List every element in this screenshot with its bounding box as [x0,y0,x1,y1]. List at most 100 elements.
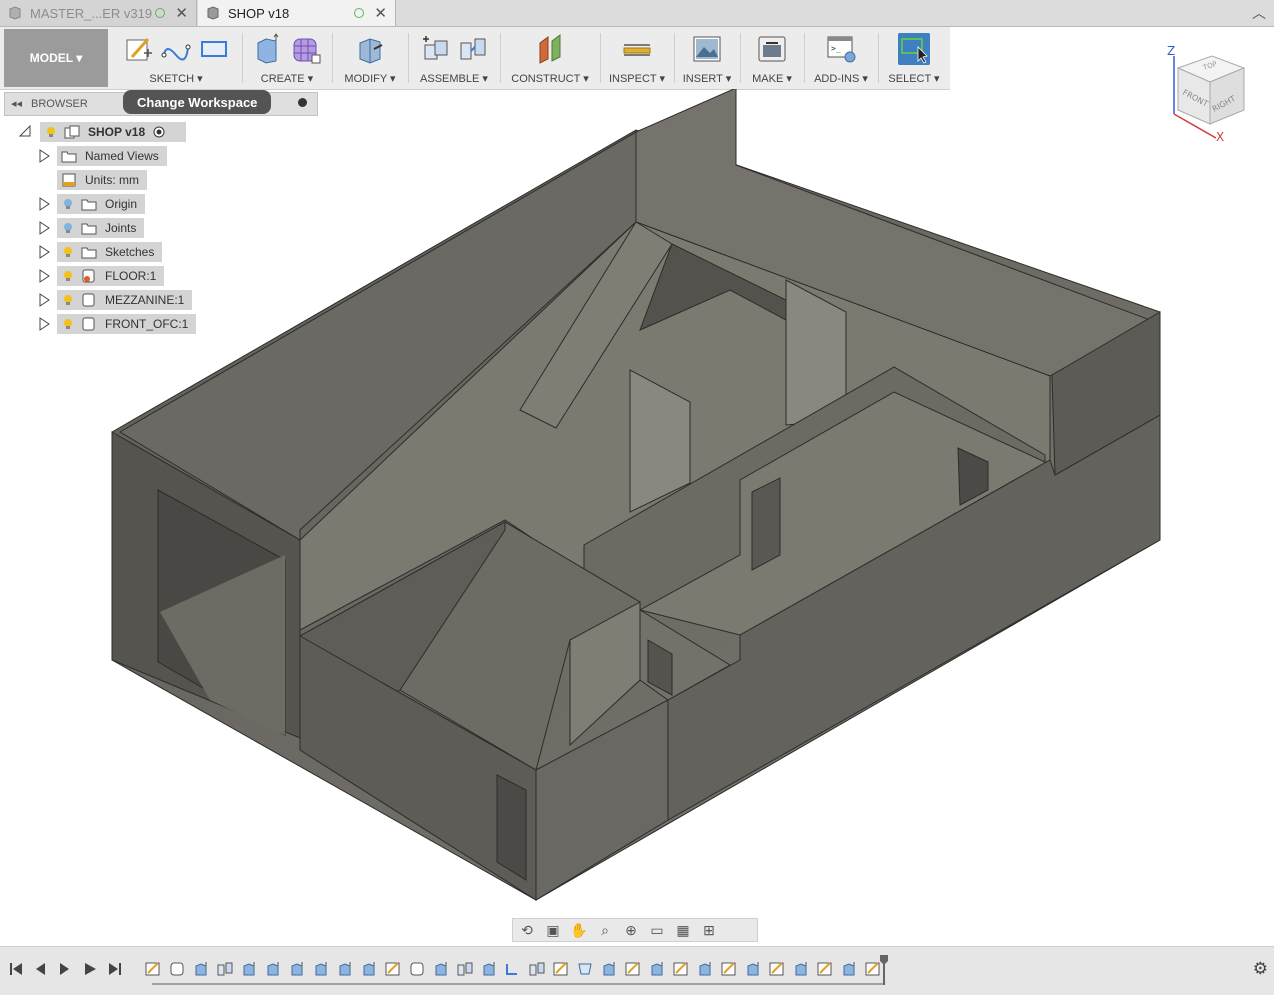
go-to-start-icon[interactable] [8,961,24,977]
timeline-component-icon[interactable] [408,961,426,977]
tree-item[interactable]: FRONT_OFC:1 [57,314,197,334]
pan-icon[interactable]: ✋ [569,922,589,938]
display-settings-icon[interactable]: ▭ [647,922,667,938]
timeline-sketch-icon[interactable] [768,961,786,977]
sketch-group[interactable]: SKETCH ▾ [112,27,240,89]
timeline-marker[interactable] [880,955,888,985]
addins-group[interactable]: >_ ADD-INS ▾ [808,27,874,89]
close-tab-icon[interactable]: ✕ [374,4,387,22]
create-menu[interactable]: CREATE ▾ [246,72,328,85]
rectangle-icon[interactable] [198,33,230,65]
select-group[interactable]: SELECT ▾ [882,27,946,89]
play-icon[interactable] [82,961,98,977]
joint-icon[interactable] [457,33,489,65]
insert-group[interactable]: INSERT ▾ [678,27,736,89]
expand-triangle-icon[interactable] [38,269,50,283]
timeline-sketch-icon[interactable] [144,961,162,977]
timeline-sketch-icon[interactable] [672,961,690,977]
sketch-menu[interactable]: SKETCH ▾ [112,72,240,85]
timeline-extrude-icon[interactable] [336,961,354,977]
tree-item[interactable]: Named Views [57,146,167,166]
expand-triangle-icon[interactable] [38,245,50,259]
lightbulb-on-icon[interactable] [63,318,73,330]
tree-item[interactable]: Sketches [57,242,163,262]
press-pull-icon[interactable] [354,33,386,65]
collapse-panel-icon[interactable]: ◂◂ [11,97,22,110]
look-at-icon[interactable]: ▣ [543,922,563,938]
timeline-joint-icon[interactable] [456,961,474,977]
timeline-sketch-icon[interactable] [552,961,570,977]
timeline-extrude-icon[interactable] [480,961,498,977]
extrude-icon[interactable] [252,33,284,65]
addins-menu[interactable]: ADD-INS ▾ [808,72,874,85]
modify-menu[interactable]: MODIFY ▾ [336,72,404,85]
select-menu[interactable]: SELECT ▾ [882,72,946,85]
tree-item[interactable]: MEZZANINE:1 [57,290,193,310]
workspace-button[interactable]: MODEL ▾ [4,29,108,87]
doorway[interactable] [751,477,781,571]
timeline-sketch-icon[interactable] [624,961,642,977]
form-icon[interactable] [290,33,322,65]
expand-triangle-icon[interactable] [38,293,50,307]
timeline-extrude-icon[interactable] [240,961,258,977]
lightbulb-off-icon[interactable] [63,222,73,234]
office-door[interactable] [496,774,527,881]
arc-icon[interactable] [160,33,192,65]
gear-icon[interactable]: ⚙ [1253,959,1268,979]
timeline-extrude-icon[interactable] [360,961,378,977]
collapse-triangle-icon[interactable] [18,124,32,138]
timeline-hole-icon[interactable] [576,961,594,977]
close-tab-icon[interactable]: ✕ [175,4,188,22]
measure-icon[interactable] [621,33,653,65]
chevron-up-icon[interactable]: ︿ [1252,3,1266,23]
tree-root[interactable]: SHOP v18 [40,122,186,142]
timeline-extrude-icon[interactable] [648,961,666,977]
lightbulb-on-icon[interactable] [63,246,73,258]
timeline-extrude-icon[interactable] [840,961,858,977]
insert-image-icon[interactable] [691,33,723,65]
offset-plane-icon[interactable] [534,33,566,65]
timeline-extrude-icon[interactable] [792,961,810,977]
activate-radio-icon[interactable] [153,126,165,138]
orbit-icon[interactable]: ⟲ [517,922,537,938]
tree-item[interactable]: Joints [57,218,145,238]
lightbulb-off-icon[interactable] [63,198,73,210]
timeline-extrude-icon[interactable] [288,961,306,977]
timeline-joint-icon[interactable] [528,961,546,977]
model-viewport[interactable] [0,89,1274,944]
construct-menu[interactable]: CONSTRUCT ▾ [504,72,596,85]
select-window-icon[interactable] [898,33,930,65]
lightbulb-on-icon[interactable] [63,270,73,282]
scripts-icon[interactable]: >_ [825,33,857,65]
tree-item[interactable]: FLOOR:1 [57,266,165,286]
inspect-menu[interactable]: INSPECT ▾ [604,72,670,85]
assemble-menu[interactable]: ASSEMBLE ▾ [412,72,496,85]
timeline-extrude-icon[interactable] [696,961,714,977]
timeline-extrude-icon[interactable] [744,961,762,977]
timeline-sketch-icon[interactable] [384,961,402,977]
sketch-create-icon[interactable] [122,33,154,65]
new-component-icon[interactable] [419,33,451,65]
modify-group[interactable]: MODIFY ▾ [336,27,404,89]
lightbulb-on-icon[interactable] [46,126,56,138]
make-group[interactable]: MAKE ▾ [744,27,800,89]
expand-triangle-icon[interactable] [38,149,50,163]
tab-master[interactable]: MASTER_...ER v319 ✕ [0,0,197,26]
inspect-group[interactable]: INSPECT ▾ [604,27,670,89]
grid-icon[interactable]: ▦ [673,922,693,938]
timeline-extrude-icon[interactable] [432,961,450,977]
create-group[interactable]: CREATE ▾ [246,27,328,89]
3d-print-icon[interactable] [756,33,788,65]
expand-triangle-icon[interactable] [38,317,50,331]
fit-icon[interactable]: ⊕ [621,922,641,938]
expand-triangle-icon[interactable] [38,221,50,235]
tree-item[interactable]: Origin [57,194,146,214]
lightbulb-on-icon[interactable] [63,294,73,306]
tree-item[interactable]: Units: mm [57,170,147,190]
viewports-icon[interactable]: ⊞ [699,922,719,938]
construct-group[interactable]: CONSTRUCT ▾ [504,27,596,89]
step-forward-icon[interactable] [57,961,73,977]
timeline-component-icon[interactable] [168,961,186,977]
viewcube[interactable]: TOP FRONT RIGHT Z X [1160,40,1260,150]
assemble-group[interactable]: ASSEMBLE ▾ [412,27,496,89]
